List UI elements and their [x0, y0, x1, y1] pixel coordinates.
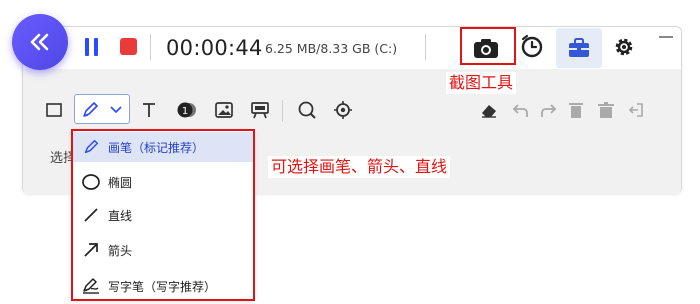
- screenshot-tool-annotation: 截图工具: [446, 72, 517, 94]
- spotlight-tool[interactable]: [331, 98, 355, 122]
- divider: [282, 100, 283, 122]
- toolbox-icon: [569, 38, 589, 57]
- zoom-tool[interactable]: [295, 98, 319, 122]
- redo-button[interactable]: [536, 98, 560, 122]
- undo-button[interactable]: [509, 98, 533, 122]
- chevron-down-icon: [110, 106, 122, 114]
- settings-button[interactable]: [612, 35, 636, 59]
- text-icon: [143, 103, 155, 117]
- whiteboard-tool[interactable]: [248, 98, 272, 122]
- pause-button[interactable]: [84, 38, 100, 56]
- pen-tool[interactable]: [78, 98, 102, 122]
- clear-all-icon: [598, 102, 614, 118]
- spotlight-icon: [334, 101, 352, 119]
- gear-icon: [615, 38, 633, 56]
- number-marker-tool[interactable]: 1: [175, 98, 199, 122]
- clear-all-button[interactable]: [594, 98, 618, 122]
- eraser-tool[interactable]: [477, 98, 501, 122]
- image-tool[interactable]: [212, 98, 236, 122]
- delete-button[interactable]: [564, 98, 588, 122]
- delete-icon: [569, 103, 583, 118]
- camera-icon: [474, 39, 498, 58]
- eraser-icon: [482, 105, 496, 118]
- schedule-button[interactable]: [520, 34, 544, 58]
- double-chevron-left-icon: [30, 33, 49, 51]
- rectangle-icon: [46, 103, 62, 117]
- alarm-clock-icon: [521, 34, 543, 58]
- pause-icon: [85, 38, 89, 56]
- pen-dropdown-toggle[interactable]: [104, 98, 128, 122]
- minimize-button[interactable]: [659, 36, 673, 38]
- whiteboard-icon: [251, 102, 269, 119]
- numbered-marker-label: 1: [182, 106, 188, 117]
- screenshot-button[interactable]: [471, 36, 501, 60]
- divider: [150, 34, 151, 60]
- redo-icon: [541, 104, 557, 117]
- zoom-icon: [298, 101, 316, 119]
- pen-options-annotation: 可选择画笔、箭头、直线: [268, 156, 451, 178]
- stop-button[interactable]: [120, 38, 137, 55]
- recording-timer: 00:00:44: [166, 36, 263, 60]
- undo-icon: [512, 104, 528, 117]
- exit-icon: [628, 103, 643, 117]
- storage-info: 6.25 MB/8.33 GB (C:): [265, 41, 398, 56]
- text-tool[interactable]: [137, 98, 161, 122]
- toolbox-tab[interactable]: [556, 28, 602, 68]
- rectangle-tool[interactable]: [42, 98, 66, 122]
- collapse-button[interactable]: [12, 14, 68, 70]
- dropdown-highlight-box: [71, 129, 255, 301]
- numbered-marker-icon: 1: [177, 102, 196, 118]
- image-icon: [215, 102, 233, 118]
- divider: [425, 34, 426, 60]
- exit-annotation-button[interactable]: [624, 98, 648, 122]
- pen-icon: [83, 102, 98, 117]
